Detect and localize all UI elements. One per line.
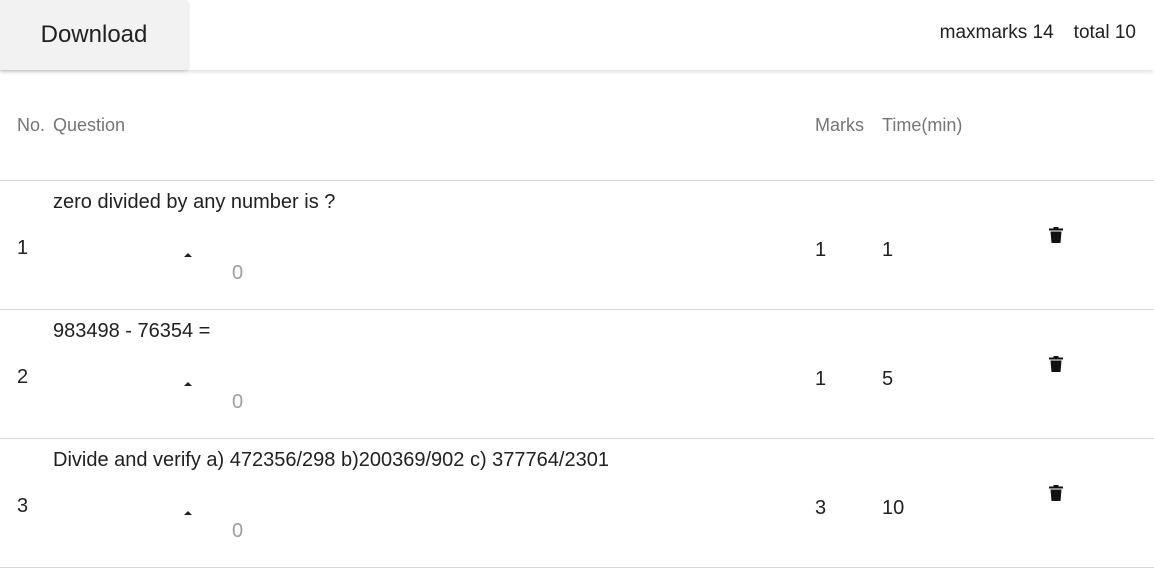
header-time: Time(min) [882, 115, 963, 135]
caret-up-icon[interactable] [184, 382, 192, 386]
question-text: zero divided by any number is ? [53, 191, 336, 213]
table-row: 1 zero divided by any number is ? 0 1 1 [0, 181, 1154, 310]
vote-count: 0 [232, 520, 244, 542]
question-time: 10 [882, 497, 905, 519]
vote-count: 0 [232, 262, 244, 284]
vote-count: 0 [232, 391, 244, 413]
total-text: total 10 [1073, 22, 1136, 43]
table-row: 2 983498 - 76354 = 0 1 5 [0, 310, 1154, 439]
question-time: 5 [882, 368, 894, 390]
question-list-page: Download maxmarks 14 total 10 No. Questi… [0, 0, 1154, 568]
header-no: No. [17, 115, 46, 135]
header-question: Question [53, 115, 126, 135]
question-number: 1 [17, 237, 29, 259]
question-text: Divide and verify a) 472356/298 b)200369… [53, 449, 609, 471]
trash-icon[interactable] [1049, 227, 1063, 243]
download-button[interactable]: Download [0, 0, 188, 70]
question-number: 2 [17, 366, 29, 388]
maxmarks-text: maxmarks 14 [939, 22, 1054, 43]
trash-icon[interactable] [1049, 356, 1063, 372]
question-text: 983498 - 76354 = [53, 320, 211, 342]
trash-icon[interactable] [1049, 485, 1063, 501]
top-toolbar: Download maxmarks 14 total 10 [0, 0, 1154, 70]
caret-up-icon[interactable] [184, 253, 192, 257]
question-marks: 1 [815, 368, 827, 390]
question-marks: 3 [815, 497, 827, 519]
caret-up-icon[interactable] [184, 511, 192, 515]
marks-summary: maxmarks 14 total 10 [940, 22, 1136, 44]
table-row: 3 Divide and verify a) 472356/298 b)2003… [0, 439, 1154, 568]
question-marks: 1 [815, 239, 827, 261]
question-number: 3 [17, 495, 29, 517]
question-time: 1 [882, 239, 894, 261]
table-header: No. Question Marks Time(min) [0, 70, 1154, 181]
header-marks: Marks [815, 115, 864, 135]
